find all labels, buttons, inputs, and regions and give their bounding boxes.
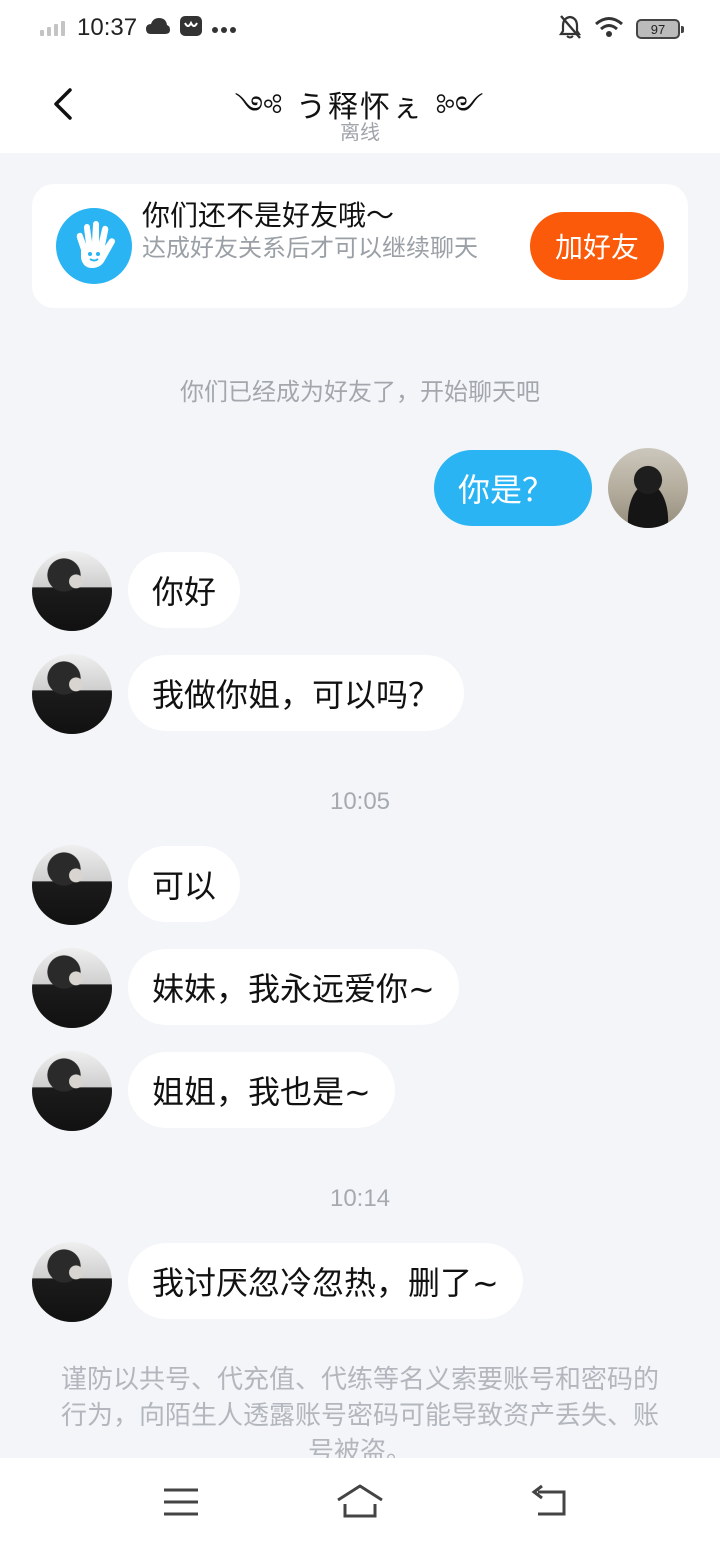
- security-warning: 谨防以共号、代充值、代练等名义索要账号和密码的行为，向陌生人透露账号密码可能导致…: [60, 1365, 659, 1467]
- incoming-message-bubble[interactable]: 妹妹，我永远爱你~: [128, 949, 459, 1025]
- incoming-message-bubble[interactable]: 姐姐，我也是~: [128, 1052, 395, 1128]
- message-timestamp: 10:14: [329, 1185, 391, 1212]
- friend-notice-description: 达成好友关系后才可以继续聊天: [142, 234, 478, 262]
- status-time: 10:37: [77, 14, 138, 41]
- contact-avatar[interactable]: [32, 1051, 112, 1131]
- status-bar: 10:37 97: [0, 0, 720, 58]
- home-icon: [337, 1484, 383, 1518]
- friend-notice-title: 你们还不是好友哦～: [142, 199, 395, 232]
- battery-icon: 97: [636, 19, 684, 39]
- contact-avatar[interactable]: [32, 551, 112, 631]
- contact-avatar[interactable]: [32, 948, 112, 1028]
- add-friend-button[interactable]: 加好友: [530, 212, 664, 280]
- contact-avatar[interactable]: [32, 654, 112, 734]
- app-notification-icon: [179, 15, 203, 41]
- battery-level: 97: [650, 21, 666, 37]
- back-nav-button[interactable]: [524, 1482, 574, 1522]
- incoming-message-bubble[interactable]: 可以: [128, 846, 241, 922]
- mute-bell-icon: [558, 14, 582, 44]
- outgoing-message-bubble[interactable]: 你是？: [434, 450, 592, 526]
- wifi-icon: [594, 16, 624, 42]
- incoming-message-bubble[interactable]: 你好: [128, 552, 241, 628]
- online-status: 离线: [340, 120, 380, 144]
- contact-avatar[interactable]: [32, 845, 112, 925]
- my-avatar[interactable]: [608, 448, 688, 528]
- return-icon: [531, 1484, 566, 1516]
- menu-button[interactable]: [156, 1482, 206, 1522]
- hand-wave-icon: [56, 208, 132, 284]
- home-button[interactable]: [335, 1482, 385, 1522]
- incoming-message-bubble[interactable]: 我做你姐，可以吗？: [128, 655, 465, 731]
- menu-icon: [164, 1488, 198, 1516]
- signal-icon: [40, 20, 65, 36]
- friend-request-card: 你们还不是好友哦～ 达成好友关系后才可以继续聊天 加好友: [32, 184, 688, 308]
- system-message: 你们已经成为好友了，开始聊天吧: [180, 378, 540, 406]
- message-timestamp: 10:05: [329, 788, 391, 815]
- cloud-icon: [145, 16, 171, 40]
- more-dots-icon: [211, 19, 237, 38]
- system-navigation-bar: [0, 1458, 720, 1544]
- chat-header: ༺ う释怀ぇ ༻ 离线: [0, 58, 720, 153]
- incoming-message-bubble[interactable]: 我讨厌忽冷忽热，删了~: [128, 1243, 523, 1319]
- contact-avatar[interactable]: [32, 1242, 112, 1322]
